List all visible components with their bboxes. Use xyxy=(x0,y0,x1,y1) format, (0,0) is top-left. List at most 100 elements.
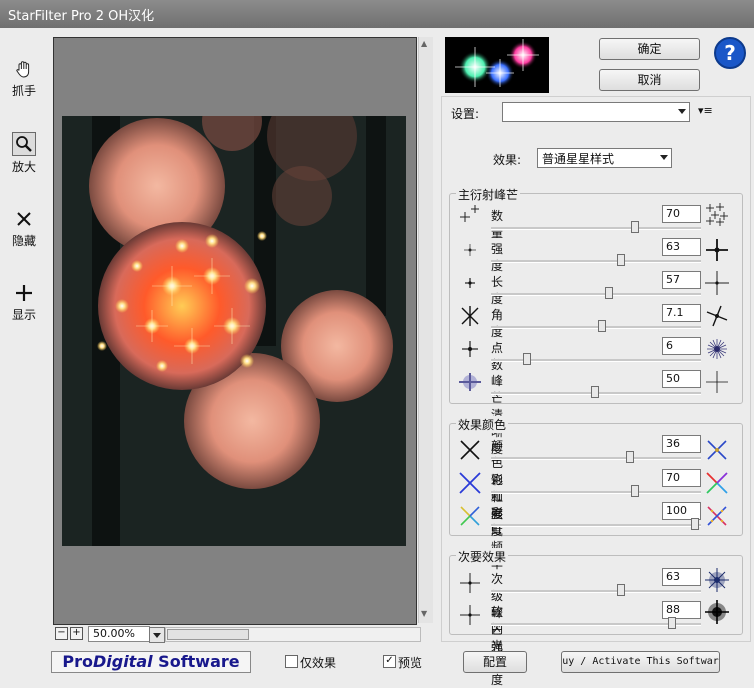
angle-slider[interactable] xyxy=(491,326,701,329)
star-small-icon xyxy=(460,205,479,222)
title-bar: StarFilter Pro 2 OH汉化 xyxy=(0,0,754,28)
points-input[interactable]: 6 xyxy=(662,337,701,355)
slider-handle[interactable] xyxy=(605,287,613,299)
rose-photo xyxy=(62,116,406,546)
chevron-down-icon xyxy=(153,633,161,638)
slider-label: 数量 xyxy=(491,209,504,240)
activate-button[interactable]: uy / Activate This Softwar xyxy=(561,651,720,673)
star-angle-icon xyxy=(461,306,479,326)
slider-handle[interactable] xyxy=(617,254,625,266)
tool-column: 抓手 放大 隐藏 显示 xyxy=(0,28,48,638)
length-input[interactable]: 57 xyxy=(662,271,701,289)
star-rotated-icon xyxy=(706,305,728,327)
rainbow-intensity-slider[interactable] xyxy=(491,491,701,494)
star-secondary-icon xyxy=(705,568,729,592)
effect-value: 普通星星样式 xyxy=(542,152,615,166)
settings-label: 设置: xyxy=(451,107,480,121)
star-many-icon xyxy=(706,203,728,226)
tool-show-label: 显示 xyxy=(11,308,36,322)
star-gray-x-icon xyxy=(460,440,480,460)
slider-label: 点数 xyxy=(491,341,504,372)
star-rainbow-high-icon xyxy=(707,506,727,526)
count-slider[interactable] xyxy=(491,227,701,230)
rainbow-intensity-input[interactable]: 70 xyxy=(662,469,701,487)
group-title: 主衍射峰芒 xyxy=(456,186,521,203)
slider-handle[interactable] xyxy=(523,353,531,365)
star-soft-icon xyxy=(459,373,481,391)
preview-checkbox[interactable]: ✓ xyxy=(383,655,396,668)
config-button[interactable]: 配置 xyxy=(463,651,527,673)
star-long-icon xyxy=(705,271,729,295)
star-dim-icon xyxy=(464,244,476,256)
angle-input[interactable]: 7.1 xyxy=(662,304,701,322)
star-short-icon xyxy=(465,278,475,288)
star-preview-thumbnail xyxy=(445,37,549,93)
help-icon[interactable]: ? xyxy=(714,37,746,69)
group-title: 次要效果 xyxy=(456,548,509,565)
tool-zoom-label: 放大 xyxy=(11,160,36,174)
rainbow-frequency-slider[interactable] xyxy=(491,524,701,527)
star-glow-icon xyxy=(705,600,729,624)
scroll-thumb[interactable] xyxy=(167,629,249,640)
slider-handle[interactable] xyxy=(631,485,639,497)
star-rainbow-x-icon xyxy=(706,472,728,494)
tool-hide[interactable]: 隐藏 xyxy=(4,208,44,249)
effect-only-label: 仅效果 xyxy=(300,656,337,670)
x-icon xyxy=(17,212,31,226)
star-color-x-icon xyxy=(707,440,727,460)
secondary-spike-input[interactable]: 63 xyxy=(662,568,701,586)
star-points-many-icon xyxy=(707,339,727,359)
ok-button[interactable]: 确定 xyxy=(599,38,700,60)
slider-handle[interactable] xyxy=(631,221,639,233)
preview-horizontal-scrollbar[interactable] xyxy=(165,627,421,642)
saturation-input[interactable]: 36 xyxy=(662,435,701,453)
settings-menu-icon[interactable]: ▾≡ xyxy=(698,104,713,117)
slider-handle[interactable] xyxy=(626,451,634,463)
preview-vertical-scrollbar[interactable]: ▲ ▼ xyxy=(418,37,433,623)
sharpness-input[interactable]: 50 xyxy=(662,370,701,388)
slider-handle[interactable] xyxy=(598,320,606,332)
length-slider[interactable] xyxy=(491,293,701,296)
logo-digital: Digital xyxy=(92,652,153,671)
preview-image[interactable] xyxy=(62,116,406,546)
zoom-out-button[interactable]: − xyxy=(55,627,68,640)
preview-canvas[interactable] xyxy=(53,37,417,625)
settings-preset-combo[interactable] xyxy=(502,102,690,122)
slider-label: 长度 xyxy=(491,275,504,306)
zoom-dropdown-button[interactable] xyxy=(149,627,165,643)
group-title: 效果颜色 xyxy=(456,416,509,433)
count-input[interactable]: 70 xyxy=(662,205,701,223)
cancel-button[interactable]: 取消 xyxy=(599,69,700,91)
slider-label: 角度 xyxy=(491,308,504,339)
slider-handle[interactable] xyxy=(668,617,676,629)
zoom-in-button[interactable]: + xyxy=(70,627,83,640)
intensity-slider[interactable] xyxy=(491,260,701,263)
saturation-slider[interactable] xyxy=(491,457,701,460)
intensity-input[interactable]: 63 xyxy=(662,238,701,256)
effect-label: 效果: xyxy=(493,153,522,167)
slider-handle[interactable] xyxy=(691,518,699,530)
plus-icon xyxy=(16,285,32,301)
star-plain-icon xyxy=(460,605,480,625)
star-rainbow-low-icon xyxy=(460,506,480,526)
zoom-field[interactable]: 50.00% xyxy=(88,626,150,642)
tool-hand-label: 抓手 xyxy=(11,84,36,98)
scroll-down-icon[interactable]: ▼ xyxy=(421,609,427,618)
logo-software: Software xyxy=(152,652,240,671)
zoom-bar: − + 50.00% xyxy=(53,626,433,643)
tool-zoom[interactable]: 放大 xyxy=(4,132,44,175)
secondary-spike-slider[interactable] xyxy=(491,590,701,593)
star-thumbnail-art xyxy=(455,39,539,87)
preview-label: 预览 xyxy=(398,656,423,670)
slider-handle[interactable] xyxy=(617,584,625,596)
effect-style-combo[interactable]: 普通星星样式 xyxy=(537,148,672,168)
slider-handle[interactable] xyxy=(591,386,599,398)
tool-show[interactable]: 显示 xyxy=(4,282,44,323)
scroll-up-icon[interactable]: ▲ xyxy=(421,39,427,48)
tool-hand[interactable]: 抓手 xyxy=(4,58,44,99)
prodigital-logo: ProDigital Software xyxy=(51,651,251,673)
chevron-down-icon xyxy=(678,109,686,114)
chevron-down-icon xyxy=(660,155,668,160)
star-blue-x-icon xyxy=(459,472,481,494)
effect-only-checkbox[interactable] xyxy=(285,655,298,668)
